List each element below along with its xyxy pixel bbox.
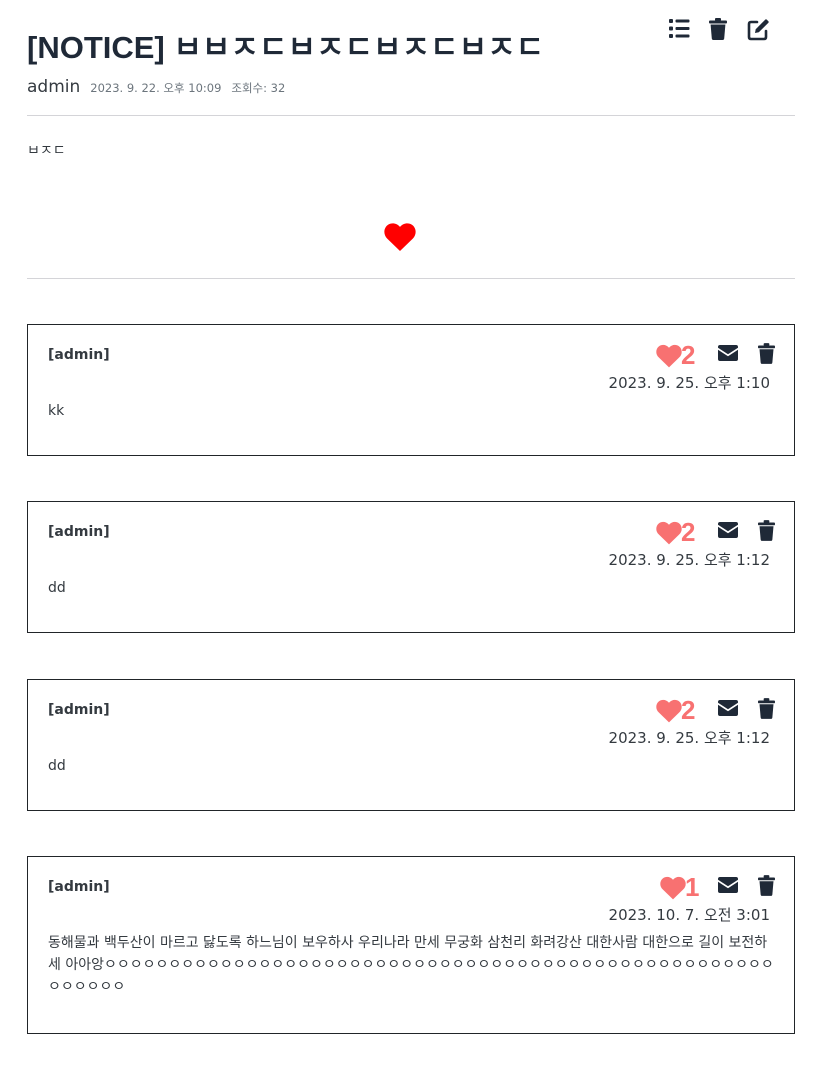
post-title: [NOTICE] ㅂㅂㅈㄷㅂㅈㄷㅂㅈㄷㅂㅈㄷ	[27, 30, 545, 65]
trash-icon[interactable]	[758, 343, 775, 368]
post-date: 2023. 9. 22. 오후 10:09	[90, 81, 222, 95]
comment-item: [admin] 2 2023. 9. 25. 오후 1:12 dd	[27, 501, 795, 633]
list-icon[interactable]	[669, 18, 690, 39]
comment-like-count: 2	[681, 517, 696, 547]
post-content: ㅂㅈㄷ	[27, 143, 66, 159]
post-author: admin	[27, 77, 81, 97]
heart-icon	[656, 699, 682, 723]
comment-author: [admin]	[48, 879, 110, 895]
heart-icon	[656, 521, 682, 545]
heart-icon[interactable]	[384, 222, 416, 256]
comment-author: [admin]	[48, 524, 110, 540]
comment-text: 동해물과 백두산이 마르고 닳도록 하느님이 보우하사 우리나라 만세 무궁화 …	[48, 935, 774, 995]
comment-date: 2023. 9. 25. 오후 1:12	[608, 729, 770, 747]
envelope-icon[interactable]	[718, 700, 738, 720]
envelope-icon[interactable]	[718, 522, 738, 542]
comment-date: 2023. 9. 25. 오후 1:12	[608, 551, 770, 569]
envelope-icon[interactable]	[718, 877, 738, 897]
edit-icon[interactable]	[747, 18, 770, 41]
envelope-icon[interactable]	[718, 345, 738, 365]
post-meta: admin 2023. 9. 22. 오후 10:09 조회수: 32	[27, 77, 285, 97]
comment-date: 2023. 10. 7. 오전 3:01	[608, 906, 770, 924]
heart-icon	[660, 876, 686, 900]
comment-author: [admin]	[48, 702, 110, 718]
comment-author: [admin]	[48, 347, 110, 363]
trash-icon[interactable]	[709, 18, 727, 40]
comment-item: [admin] 2 2023. 9. 25. 오후 1:12 dd	[27, 679, 795, 811]
comment-text: kk	[48, 403, 65, 419]
comment-text: dd	[48, 580, 66, 596]
divider-top	[27, 115, 795, 116]
comment-text: dd	[48, 758, 66, 774]
comment-date: 2023. 9. 25. 오후 1:10	[608, 374, 770, 392]
post-views: 조회수: 32	[231, 81, 286, 95]
comment-like-count: 2	[681, 695, 696, 725]
comment-item: [admin] 1 2023. 10. 7. 오전 3:01 동해물과 백두산이…	[27, 856, 795, 1034]
divider-bottom	[27, 278, 795, 279]
trash-icon[interactable]	[758, 875, 775, 900]
heart-icon	[656, 344, 682, 368]
comment-like-count: 1	[685, 872, 700, 902]
trash-icon[interactable]	[758, 698, 775, 723]
trash-icon[interactable]	[758, 520, 775, 545]
comment-item: [admin] 2 2023. 9. 25. 오후 1:10 kk	[27, 324, 795, 456]
comment-like-count: 2	[681, 340, 696, 370]
